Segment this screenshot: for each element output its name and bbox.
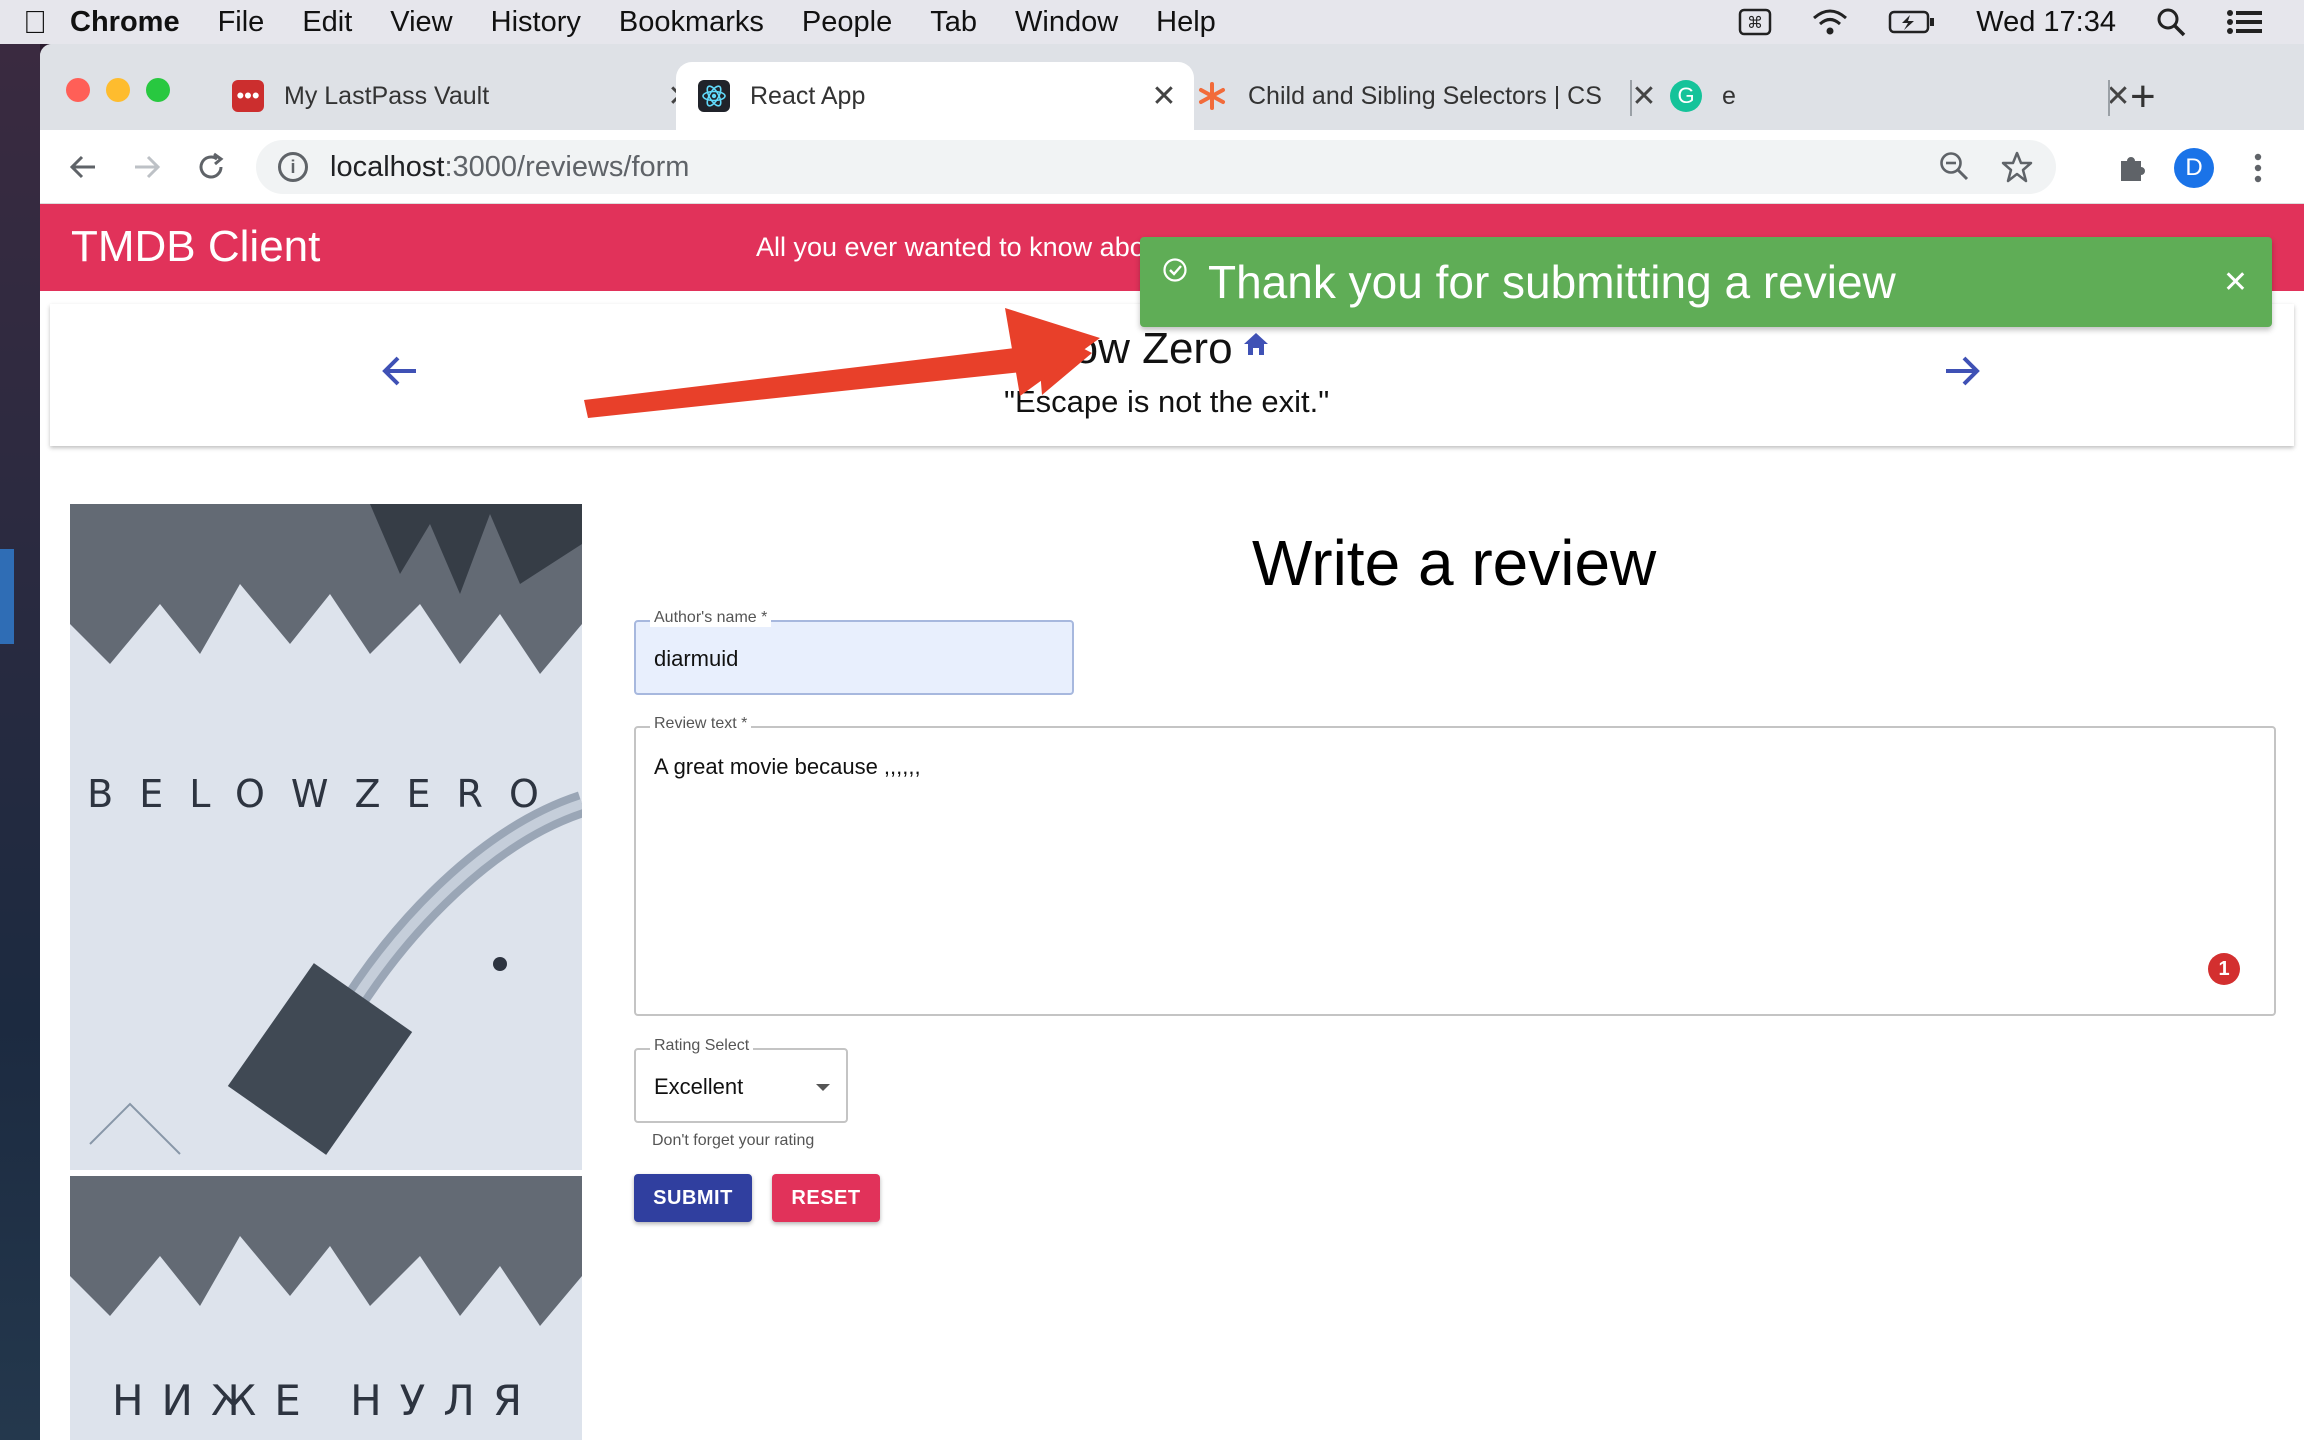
web-page: TMDB Client All you ever wanted to know …: [40, 204, 2304, 1440]
movie-title: Below Zero: [1010, 324, 1233, 373]
close-window-button[interactable]: [66, 78, 90, 102]
tab-css-tricks[interactable]: Child and Sibling Selectors | CS ✕: [1174, 62, 1674, 130]
poster-title: НИЖЕ НУЛЯ: [111, 1376, 541, 1425]
reset-button[interactable]: RESET: [772, 1174, 880, 1222]
zoom-window-button[interactable]: [146, 78, 170, 102]
new-tab-icon[interactable]: +: [2130, 72, 2156, 122]
menu-file[interactable]: File: [218, 6, 265, 39]
menu-clock[interactable]: Wed 17:34: [1976, 6, 2116, 39]
success-toast: Thank you for submitting a review ✕: [1140, 237, 2272, 327]
profile-avatar[interactable]: D: [2174, 148, 2214, 188]
rating-select-value: Excellent: [654, 1074, 744, 1099]
tab-react-app[interactable]: React App ✕: [676, 62, 1194, 130]
battery-icon[interactable]: [1888, 9, 1936, 35]
poster-title: BELOWZERO: [87, 772, 565, 816]
menu-history[interactable]: History: [491, 6, 581, 39]
tab-lastpass[interactable]: ••• My LastPass Vault ✕: [210, 62, 710, 130]
review-text-label: Review text *: [650, 715, 752, 733]
apple-icon[interactable]: : [0, 4, 70, 41]
author-name-label: Author's name *: [650, 609, 772, 627]
svg-text:⌘: ⌘: [1747, 13, 1763, 32]
desktop-background: [0, 44, 40, 1440]
movie-tagline: "Escape is not the exit.": [1004, 384, 1330, 419]
reload-icon[interactable]: [186, 142, 236, 192]
menu-app-name[interactable]: Chrome: [70, 6, 180, 39]
rating-select-label: Rating Select: [650, 1037, 754, 1055]
tab-strip: ••• My LastPass Vault ✕ React App ✕ Chil…: [40, 44, 2304, 130]
extensions-puzzle-icon[interactable]: [2112, 148, 2152, 188]
review-text-value: A great movie because ,,,,,,: [654, 754, 921, 779]
next-arrow-icon[interactable]: [1942, 348, 1982, 402]
bookmark-star-icon[interactable]: [2000, 150, 2034, 192]
menu-bookmarks[interactable]: Bookmarks: [619, 6, 764, 39]
forward-arrow-icon[interactable]: [122, 142, 172, 192]
menu-view[interactable]: View: [390, 6, 452, 39]
site-info-icon[interactable]: i: [278, 152, 308, 182]
address-bar[interactable]: i localhost:3000/reviews/form: [256, 140, 2056, 194]
review-text-field[interactable]: Review text * A great movie because ,,,,…: [634, 715, 2276, 1016]
desktop-window-edge: [0, 549, 14, 644]
back-arrow-icon[interactable]: [58, 142, 108, 192]
author-name-value: diarmuid: [654, 646, 739, 671]
tab-grammarly[interactable]: G e ✕: [1648, 62, 2148, 130]
spotlight-search-icon[interactable]: [2156, 7, 2186, 37]
poster-artwork: [70, 504, 582, 1170]
url-host: localhost: [330, 150, 445, 183]
app-brand[interactable]: TMDB Client: [71, 222, 320, 272]
menu-tab[interactable]: Tab: [930, 6, 977, 39]
menu-help[interactable]: Help: [1156, 6, 1216, 39]
close-toast-icon[interactable]: ✕: [2223, 265, 2248, 300]
home-icon[interactable]: [1242, 330, 1270, 358]
tab-title: My LastPass Vault: [284, 81, 490, 110]
movie-poster: НИЖЕ НУЛЯ: [70, 1176, 582, 1440]
tab-title: React App: [750, 81, 866, 110]
menu-window[interactable]: Window: [1015, 6, 1118, 39]
menu-people[interactable]: People: [802, 6, 892, 39]
css-tricks-icon: [1196, 80, 1228, 112]
lastpass-icon: •••: [232, 80, 264, 112]
minimize-window-button[interactable]: [106, 78, 130, 102]
rating-select[interactable]: Rating Select Excellent: [634, 1037, 848, 1123]
browser-menu-icon[interactable]: [2238, 148, 2278, 188]
tab-separator: [2108, 80, 2110, 116]
form-heading: Write a review: [1252, 527, 1657, 599]
submit-button[interactable]: SUBMIT: [634, 1174, 752, 1222]
movie-poster: BELOWZERO: [70, 504, 582, 1170]
tab-title: e: [1722, 81, 1736, 110]
grammar-error-badge[interactable]: 1: [2208, 953, 2240, 985]
grammarly-icon: G: [1670, 80, 1702, 112]
macos-menu-bar:  Chrome File Edit View History Bookmark…: [0, 0, 2304, 44]
app-tagline: All you ever wanted to know abo: [756, 232, 1145, 262]
dropdown-caret-icon[interactable]: [816, 1084, 830, 1091]
tab-separator: [1630, 80, 1632, 116]
zoom-out-icon[interactable]: [1938, 150, 1970, 190]
react-icon: [698, 80, 730, 112]
url-path: :3000/reviews/form: [444, 150, 690, 183]
toast-message: Thank you for submitting a review: [1208, 256, 1896, 308]
author-name-field[interactable]: Author's name * diarmuid: [634, 609, 1074, 695]
check-circle-icon: [1162, 257, 1188, 283]
tab-title: Child and Sibling Selectors | CS: [1248, 81, 1602, 110]
rating-helper-text: Don't forget your rating: [652, 1132, 815, 1149]
control-center-icon[interactable]: [2226, 9, 2264, 35]
wifi-icon[interactable]: [1812, 8, 1848, 36]
command-key-icon[interactable]: ⌘: [1738, 8, 1772, 36]
browser-toolbar: i localhost:3000/reviews/form D: [40, 130, 2304, 204]
previous-arrow-icon[interactable]: [380, 348, 420, 402]
menu-edit[interactable]: Edit: [302, 6, 352, 39]
